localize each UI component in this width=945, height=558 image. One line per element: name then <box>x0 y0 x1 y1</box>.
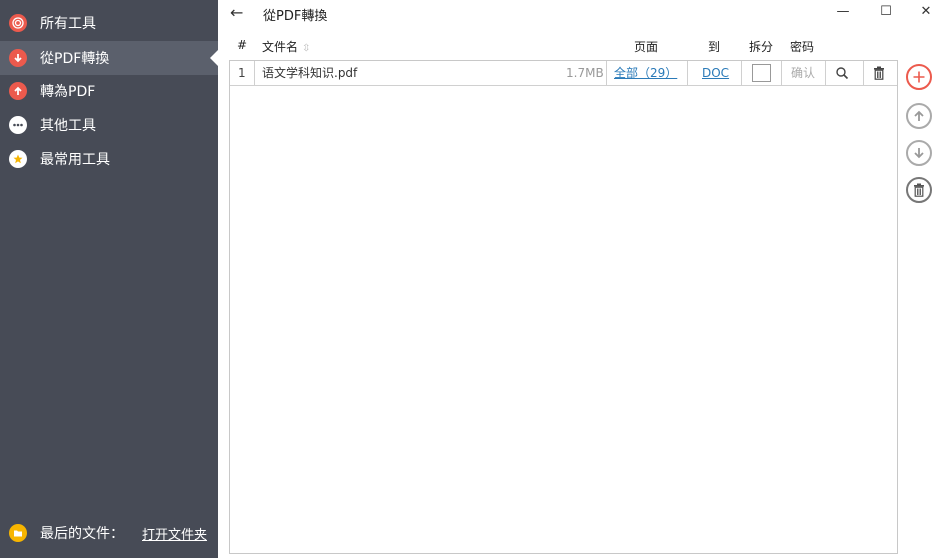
arrow-up-icon <box>9 82 27 100</box>
column-header-to: 到 <box>708 40 721 54</box>
column-header-label: 文件名 <box>262 40 299 54</box>
column-divider <box>741 61 742 85</box>
sort-icon: ⇳ <box>302 43 311 54</box>
recent-files-label: 最后的文件： <box>40 526 124 542</box>
delete-row-trash-icon[interactable] <box>873 61 889 85</box>
column-header-filename[interactable]: 文件名 ⇳ <box>262 38 310 55</box>
minimize-button[interactable]: — <box>833 4 853 19</box>
preview-search-icon[interactable] <box>835 61 853 85</box>
back-arrow-icon[interactable]: ← <box>230 3 243 22</box>
sidebar-item-label: 所有工具 <box>40 16 96 32</box>
sidebar-item-other-tools[interactable]: 其他工具 <box>0 108 218 142</box>
column-header-pages: 页面 <box>634 40 659 54</box>
sidebar-item-all-tools[interactable]: 所有工具 <box>0 6 218 40</box>
star-icon <box>9 150 27 168</box>
plus-icon <box>913 71 925 83</box>
trash-icon <box>914 183 924 197</box>
row-index: 1 <box>238 66 246 80</box>
column-divider <box>825 61 826 85</box>
file-table: 1 语文学科知识.pdf 1.7MB 全部（29） DOC 确认 <box>229 60 898 554</box>
active-indicator <box>210 50 218 66</box>
sidebar-item-from-pdf[interactable]: 從PDF轉換 <box>0 41 218 75</box>
split-checkbox[interactable] <box>752 64 771 82</box>
sidebar-item-favorite-tools[interactable]: 最常用工具 <box>0 142 218 176</box>
column-header-password: 密码 <box>790 40 815 54</box>
password-field[interactable]: 确认 <box>791 61 815 85</box>
delete-all-button[interactable] <box>906 177 932 203</box>
table-row: 1 语文学科知识.pdf 1.7MB 全部（29） DOC 确认 <box>230 61 897 86</box>
column-divider <box>863 61 864 85</box>
close-button[interactable]: ✕ <box>916 4 936 19</box>
arrow-up-icon <box>914 110 924 121</box>
title-bar: ← 從PDF轉換 — ☐ ✕ <box>218 0 945 28</box>
column-divider <box>606 61 607 85</box>
target-icon <box>9 14 27 32</box>
move-down-button[interactable] <box>906 140 932 166</box>
column-divider <box>687 61 688 85</box>
arrow-down-icon <box>914 148 924 159</box>
page-range-link[interactable]: 全部（29） <box>614 61 677 85</box>
sidebar: 所有工具 從PDF轉換 轉為PDF 其他工具 最常用工具 最后的文件： 打开文件… <box>0 0 218 558</box>
folder-icon <box>9 524 27 542</box>
sidebar-item-label: 從PDF轉換 <box>40 51 110 67</box>
add-file-button[interactable] <box>906 64 932 90</box>
arrow-down-icon <box>9 49 27 67</box>
page-title: 從PDF轉換 <box>263 9 328 24</box>
output-format-link[interactable]: DOC <box>702 61 729 85</box>
maximize-button[interactable]: ☐ <box>876 4 896 19</box>
column-header-index: # <box>237 38 248 52</box>
more-icon <box>9 116 27 134</box>
file-name: 语文学科知识.pdf <box>262 66 358 80</box>
move-up-button[interactable] <box>906 103 932 129</box>
sidebar-item-label: 最常用工具 <box>40 152 110 168</box>
open-folder-link[interactable]: 打开文件夹 <box>142 524 207 543</box>
column-divider <box>781 61 782 85</box>
file-size: 1.7MB <box>566 66 604 80</box>
recent-files-footer: 最后的文件： 打开文件夹 <box>0 508 218 558</box>
sidebar-item-to-pdf[interactable]: 轉為PDF <box>0 74 218 108</box>
column-header-split: 拆分 <box>749 40 774 54</box>
sidebar-item-label: 轉為PDF <box>40 84 96 100</box>
column-divider <box>254 61 255 85</box>
sidebar-item-label: 其他工具 <box>40 118 96 134</box>
